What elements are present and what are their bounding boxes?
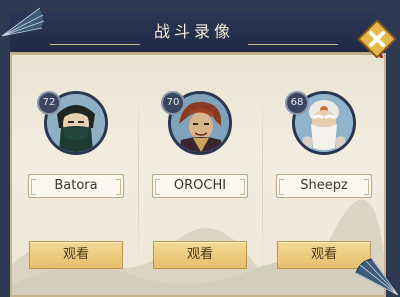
level-badge: 70 (161, 91, 185, 115)
page-title: 战斗录像 (153, 22, 234, 41)
folding-fan-icon (1, 7, 45, 37)
watch-button[interactable]: 观看 (29, 241, 123, 269)
title-bar: 战斗录像 (10, 12, 378, 54)
close-icon[interactable] (358, 20, 396, 58)
player-name: Batora (28, 174, 124, 198)
player-card: 72 Batora 观看 (15, 55, 137, 295)
watch-button[interactable]: 观看 (153, 241, 247, 269)
level-badge: 72 (37, 91, 61, 115)
player-name: OROCHI (152, 174, 248, 198)
level-badge: 68 (285, 91, 309, 115)
folding-fan-icon (355, 258, 399, 296)
replay-list: 72 Batora 观看 70 OROCHI 观看 68 Sheepz 观看 (10, 53, 386, 297)
player-name: Sheepz (276, 174, 372, 198)
player-card: 70 OROCHI 观看 (139, 55, 261, 295)
battle-replay-panel: 战斗录像 72 Batora 观看 70 OROCHI 观看 68 Sheepz… (0, 6, 400, 297)
